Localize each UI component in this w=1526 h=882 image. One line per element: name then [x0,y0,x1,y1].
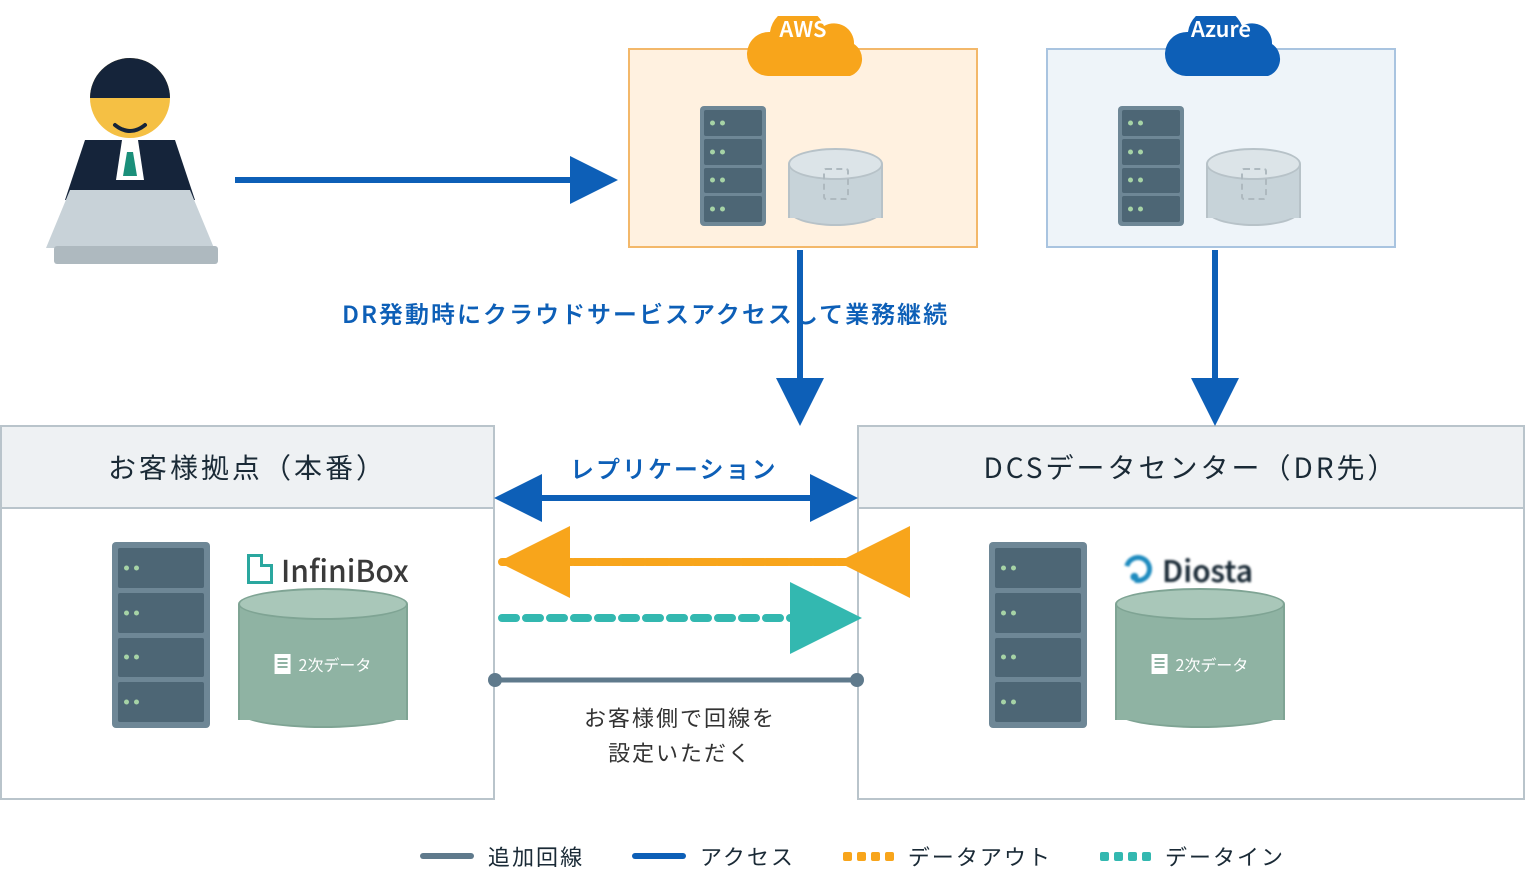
azure-label: Azure [1151,12,1291,44]
connectors-layer [0,0,1526,882]
aws-label: AWS [733,12,873,44]
